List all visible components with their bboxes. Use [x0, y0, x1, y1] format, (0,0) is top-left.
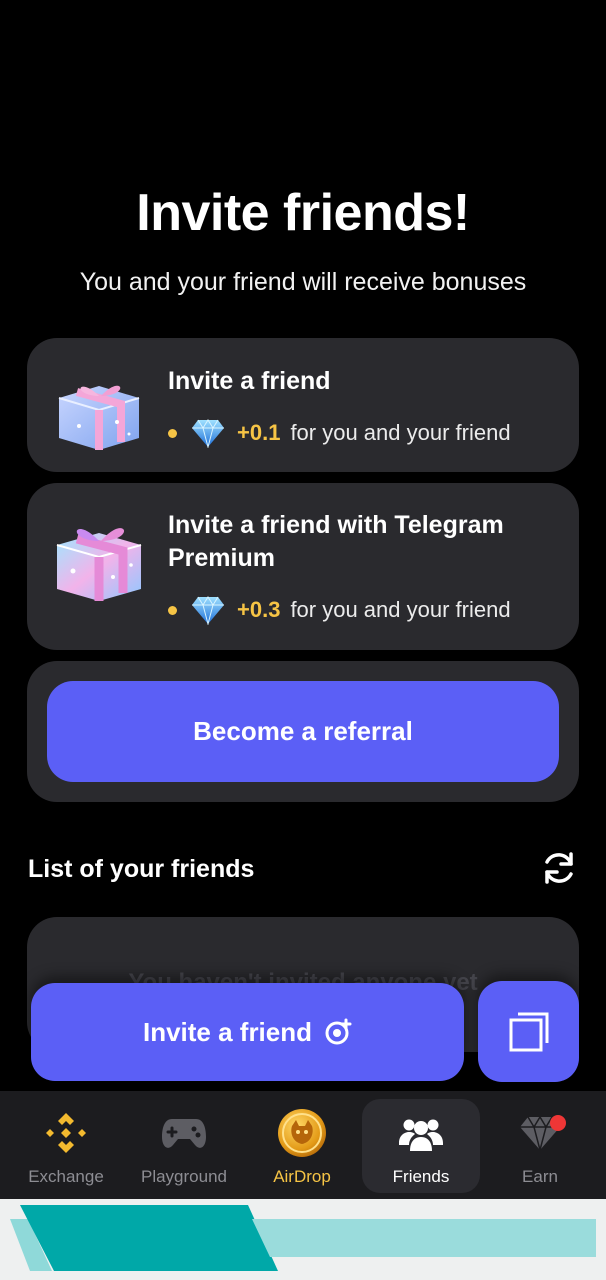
- binance-icon: [46, 1113, 86, 1153]
- footer-strip: [0, 1199, 606, 1280]
- offer-card-premium: Invite a friend with Telegram Premium +0…: [27, 483, 579, 650]
- offer-card-invite: Invite a friend +0.1 for you and your fr…: [27, 338, 579, 472]
- nav-item-earn[interactable]: Earn: [481, 1099, 599, 1193]
- bottom-nav: Exchange Playground AirDrop Friends Earn: [0, 1091, 606, 1199]
- notification-dot: [550, 1115, 566, 1131]
- nav-item-airdrop[interactable]: AirDrop: [243, 1099, 361, 1193]
- copy-link-button[interactable]: [478, 981, 579, 1082]
- reward-text: for you and your friend: [290, 420, 511, 445]
- friends-icon: [399, 1119, 443, 1151]
- nav-label: Exchange: [28, 1167, 104, 1186]
- nav-item-playground[interactable]: Playground: [125, 1099, 243, 1193]
- reward-amount: +0.3: [237, 597, 281, 622]
- gift-icon: [58, 385, 140, 450]
- reward-row: +0.1 for you and your friend: [168, 418, 511, 448]
- offer-title: Invite a friend: [168, 367, 331, 395]
- add-user-icon: [325, 1018, 352, 1045]
- bullet-dot: [168, 428, 177, 438]
- copy-icon: [509, 1012, 548, 1051]
- nav-label: Earn: [522, 1167, 558, 1186]
- gift-icon: [56, 528, 142, 601]
- refresh-icon[interactable]: [540, 849, 578, 887]
- diamond-icon: [192, 419, 224, 448]
- friends-list-header: List of your friends: [28, 855, 255, 883]
- invite-friend-button[interactable]: Invite a friend: [31, 983, 464, 1081]
- offer-title: Invite a friend with Telegram Premium: [168, 511, 504, 572]
- page-subtitle: You and your friend will receive bonuses: [79, 268, 527, 296]
- bullet-dot: [168, 605, 177, 615]
- referral-card: Become a referral: [27, 661, 579, 802]
- coin-icon: [278, 1109, 326, 1157]
- page-title: Invite friends!: [136, 184, 470, 242]
- reward-row: +0.3 for you and your friend: [168, 595, 511, 625]
- nav-item-exchange[interactable]: Exchange: [7, 1099, 125, 1193]
- reward-text: for you and your friend: [290, 597, 511, 622]
- diamond-icon: [192, 596, 224, 625]
- invite-button-label: Invite a friend: [142, 1016, 313, 1047]
- gamepad-icon: [162, 1119, 206, 1148]
- nav-item-friends[interactable]: Friends: [362, 1099, 480, 1193]
- nav-label: Friends: [392, 1167, 450, 1186]
- nav-label: AirDrop: [273, 1167, 331, 1186]
- nav-label: Playground: [140, 1167, 227, 1186]
- reward-amount: +0.1: [237, 420, 281, 445]
- become-referral-button[interactable]: Become a referral: [47, 681, 559, 782]
- footer-decoration: [0, 1199, 606, 1280]
